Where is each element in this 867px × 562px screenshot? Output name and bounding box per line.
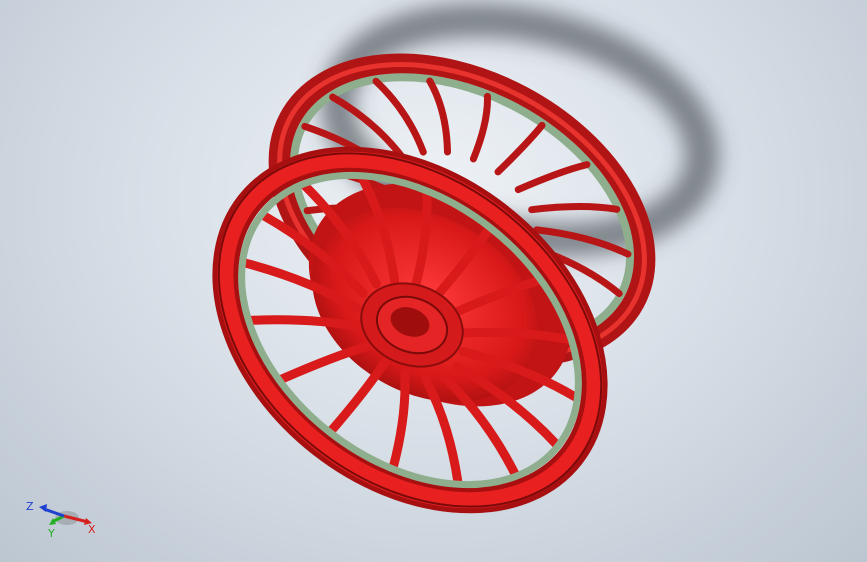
spoke: [372, 77, 427, 156]
spoke: [426, 77, 451, 156]
spoke: [326, 357, 390, 436]
wheel-model-scene[interactable]: [0, 0, 867, 562]
x-axis-label: X: [88, 523, 96, 536]
z-axis-arrow: [39, 504, 47, 512]
spoke: [246, 315, 364, 332]
spoke: [469, 92, 491, 163]
y-axis-label: Y: [47, 527, 55, 540]
z-axis-label: Z: [26, 500, 34, 513]
spoke: [494, 121, 546, 176]
3d-viewport[interactable]: Z Y X: [0, 0, 867, 562]
spoke: [528, 203, 621, 214]
spoke: [514, 161, 591, 194]
view-orientation-triad[interactable]: Z Y X: [22, 490, 102, 540]
